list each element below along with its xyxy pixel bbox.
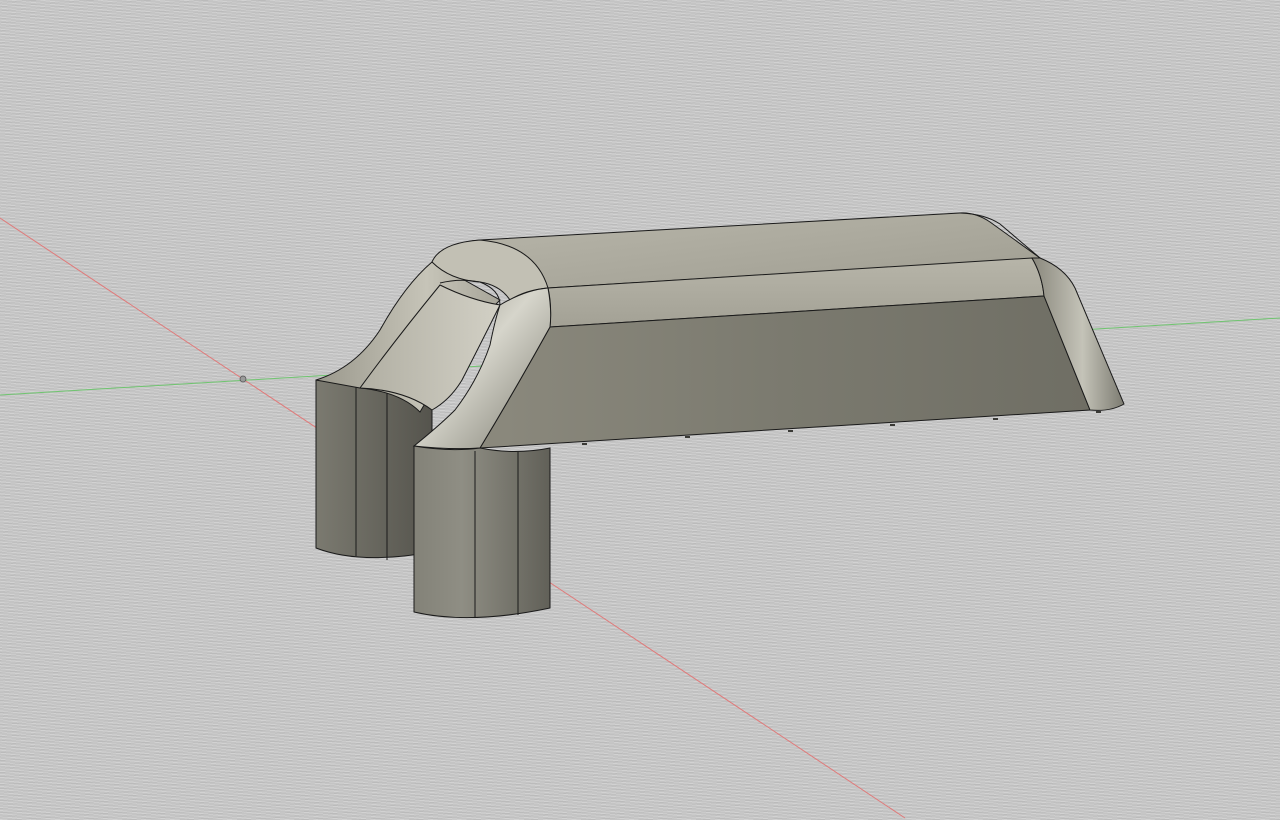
main-body[interactable] [412,212,1125,450]
front-leg[interactable] [413,445,551,619]
viewport-canvas[interactable] [0,0,1280,820]
3d-viewport[interactable] [0,0,1280,820]
origin-point [239,375,247,383]
